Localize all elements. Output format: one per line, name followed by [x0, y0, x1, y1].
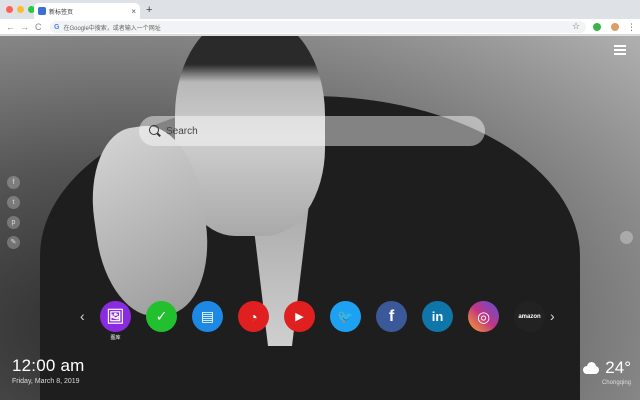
facebook-icon[interactable]: f [376, 301, 407, 332]
address-bar[interactable]: G 在Google中搜索，或者输入一个网址 [50, 21, 586, 33]
side-share-icon[interactable]: ✎ [7, 236, 20, 249]
new-tab-button[interactable]: + [146, 3, 152, 17]
app-twitter[interactable]: 🐦 [330, 301, 361, 341]
app-youtube[interactable]: ▶ [284, 301, 315, 341]
apps-next-arrow[interactable]: › [550, 308, 555, 324]
app-game[interactable]: ◔ [238, 301, 269, 341]
news-icon[interactable]: ▤ [192, 301, 223, 332]
clock-date: Friday, March 8, 2019 [12, 378, 80, 385]
side-twitter-icon[interactable]: t [7, 196, 20, 209]
address-placeholder: 在Google中搜索，或者输入一个网址 [63, 25, 161, 32]
app-shortcuts: 🖼 图库 ✓ ▤ ◔ ▶ 🐦 f in ◎ amazon [100, 301, 545, 341]
task-check-icon[interactable]: ✓ [146, 301, 177, 332]
instagram-icon[interactable]: ◎ [468, 301, 499, 332]
apps-prev-arrow[interactable]: ‹ [80, 308, 85, 324]
clock-time: 12:00 am [12, 356, 85, 375]
forward-icon[interactable]: → [20, 20, 29, 34]
twitter-icon[interactable]: 🐦 [330, 301, 361, 332]
tab-favicon-icon [38, 7, 46, 15]
window-controls [6, 6, 35, 13]
hamburger-menu-icon[interactable] [614, 45, 626, 55]
search-icon[interactable] [149, 125, 161, 137]
browser-menu-icon[interactable]: ⋮ [627, 20, 636, 34]
app-amazon[interactable]: amazon [514, 301, 545, 341]
game-icon[interactable]: ◔ [238, 301, 269, 332]
browser-tabstrip: 新标签页 × + [0, 0, 640, 19]
browser-toolbar: ← → C G 在Google中搜索，或者输入一个网址 ☆ ⋮ [0, 19, 640, 35]
side-social-bar: f t p ✎ [7, 176, 20, 249]
bookmark-star-icon[interactable]: ☆ [572, 19, 580, 33]
close-window-icon[interactable] [6, 6, 13, 13]
app-news[interactable]: ▤ [192, 301, 223, 341]
amazon-icon[interactable]: amazon [514, 301, 545, 332]
extension-icon[interactable] [593, 23, 601, 31]
weather-temperature: 24° [605, 358, 631, 377]
app-facebook[interactable]: f [376, 301, 407, 341]
new-tab-page: f t p ✎ ‹ 🖼 图库 ✓ ▤ ◔ ▶ 🐦 f in [0, 36, 640, 400]
search-bar[interactable] [139, 116, 485, 146]
clock-widget: 12:00 am Friday, March 8, 2019 [12, 356, 84, 385]
app-label: 图库 [110, 335, 121, 341]
side-facebook-icon[interactable]: f [7, 176, 20, 189]
gallery-icon[interactable]: 🖼 [100, 301, 131, 332]
side-pinterest-icon[interactable]: p [7, 216, 20, 229]
tab-close-icon[interactable]: × [131, 7, 136, 16]
app-instagram[interactable]: ◎ [468, 301, 499, 341]
app-linkedin[interactable]: in [422, 301, 453, 341]
app-gallery[interactable]: 🖼 图库 [100, 301, 131, 341]
minimize-window-icon[interactable] [17, 6, 24, 13]
search-input[interactable] [166, 125, 446, 137]
weather-city: Chongqing [601, 380, 631, 386]
weather-widget[interactable]: 24° Chongqing [575, 358, 631, 386]
tab-title: 新标签页 [49, 9, 74, 16]
linkedin-icon[interactable]: in [422, 301, 453, 332]
cloud-icon [581, 362, 601, 374]
reload-icon[interactable]: C [35, 20, 42, 34]
back-icon[interactable]: ← [6, 20, 15, 34]
profile-avatar[interactable] [611, 23, 619, 31]
youtube-icon[interactable]: ▶ [284, 301, 315, 332]
side-toggle-icon[interactable] [620, 231, 633, 244]
google-icon: G [54, 23, 60, 31]
browser-tab[interactable]: 新标签页 × [34, 3, 140, 19]
app-tasks[interactable]: ✓ [146, 301, 177, 341]
